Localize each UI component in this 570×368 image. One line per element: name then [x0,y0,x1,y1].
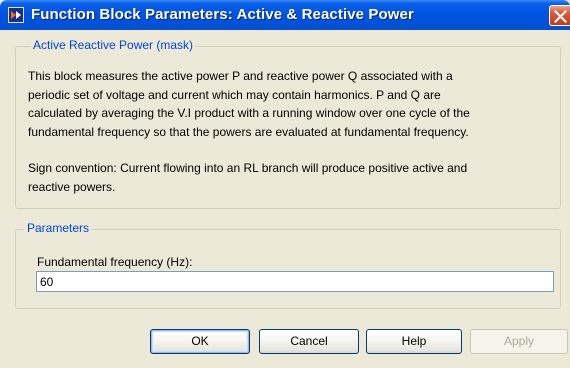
description-line: Sign convention: Current flowing into an… [28,161,468,175]
description-line: periodic set of voltage and current whic… [28,87,441,102]
close-button[interactable] [549,5,570,26]
apply-button[interactable]: Apply [470,329,568,354]
frequency-input[interactable] [36,271,554,292]
title-bar[interactable]: Function Block Parameters: Active & Reac… [0,0,570,30]
mask-group-label: Active Reactive Power (mask) [30,38,197,52]
parameters-group-label: Parameters [24,221,93,235]
mask-description: This block measures the active power P a… [28,67,558,196]
close-x-icon [554,10,567,23]
description-line: fundamental frequency so that the powers… [28,124,469,139]
description-line: reactive powers. [28,179,116,194]
parameters-group [15,229,561,309]
frequency-label: Fundamental frequency (Hz): [37,255,193,269]
help-button[interactable]: Help [366,329,462,354]
cancel-button[interactable]: Cancel [259,329,359,354]
description-line: calculated by averaging the V.I product … [28,106,470,120]
window-title: Function Block Parameters: Active & Reac… [31,6,414,23]
dialog-window: Function Block Parameters: Active & Reac… [0,0,570,368]
simulink-block-icon [8,7,24,23]
description-line: This block measures the active power P a… [28,69,453,83]
ok-button[interactable]: OK [150,329,250,354]
